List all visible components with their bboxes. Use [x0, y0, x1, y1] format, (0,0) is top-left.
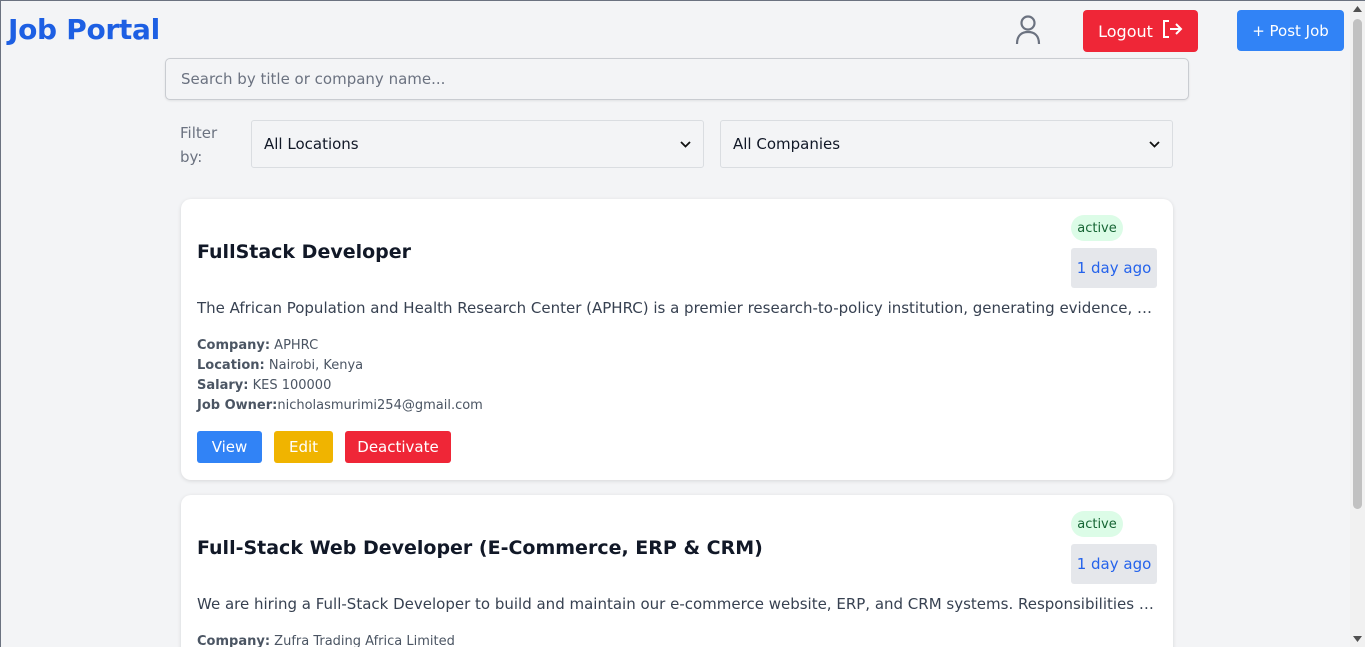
posted-time-badge: 1 day ago [1071, 248, 1157, 288]
salary-row: Salary: KES 100000 [197, 378, 332, 393]
status-badge: active [1071, 511, 1123, 537]
post-job-button[interactable]: + Post Job [1237, 10, 1344, 51]
status-badge: active [1071, 215, 1123, 241]
job-card: Full-Stack Web Developer (E-Commerce, ER… [181, 495, 1173, 647]
job-card: FullStack Developer active 1 day ago The… [181, 199, 1173, 480]
location-filter-select[interactable]: All Locations [251, 120, 704, 168]
owner-row: Job Owner:nicholasmurimi254@gmail.com [197, 398, 483, 413]
job-description: The African Population and Health Resear… [197, 299, 1157, 317]
company-row: Company: APHRC [197, 338, 319, 353]
company-filter-select[interactable]: All Companies [720, 120, 1173, 168]
job-description: We are hiring a Full-Stack Developer to … [197, 595, 1157, 613]
logout-icon [1161, 19, 1183, 43]
job-meta: Company: Zufra Trading Africa Limited [197, 632, 455, 647]
scroll-down-icon[interactable] [1353, 635, 1362, 643]
deactivate-button[interactable]: Deactivate [345, 431, 451, 463]
location-row: Location: Nairobi, Kenya [197, 358, 364, 373]
company-filter-value: All Companies [733, 135, 841, 153]
scrollbar[interactable] [1350, 1, 1365, 647]
edit-button[interactable]: Edit [274, 431, 333, 463]
chevron-down-icon [680, 137, 691, 151]
location-filter-value: All Locations [264, 135, 359, 153]
chevron-down-icon [1149, 137, 1160, 151]
posted-time-badge: 1 day ago [1071, 544, 1157, 584]
logout-label: Logout [1098, 21, 1153, 41]
search-input[interactable] [165, 58, 1189, 100]
filter-label: Filter by: [180, 124, 218, 166]
logo[interactable]: Job Portal [8, 13, 160, 46]
logout-button[interactable]: Logout [1083, 10, 1198, 52]
scroll-up-icon[interactable] [1353, 5, 1362, 13]
view-button[interactable]: View [197, 431, 262, 463]
job-meta: Company: APHRC Location: Nairobi, Kenya … [197, 336, 483, 416]
company-row: Company: Zufra Trading Africa Limited [197, 634, 455, 647]
job-title[interactable]: Full-Stack Web Developer (E-Commerce, ER… [197, 537, 763, 559]
job-title[interactable]: FullStack Developer [197, 241, 411, 263]
user-profile-icon[interactable] [1014, 15, 1042, 45]
scroll-thumb[interactable] [1353, 19, 1362, 509]
